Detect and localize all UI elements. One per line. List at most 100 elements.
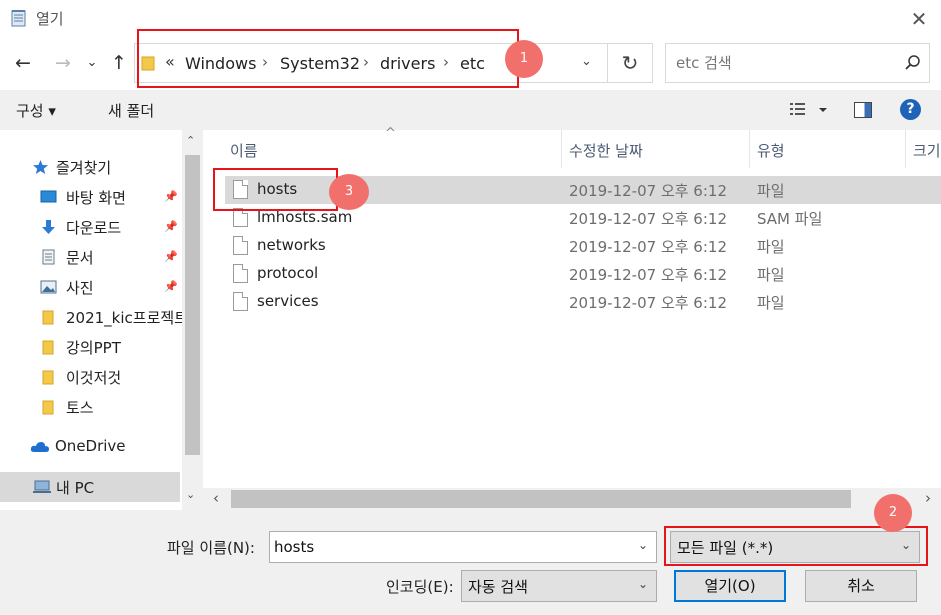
- sidebar-item-label: 문서: [66, 249, 94, 267]
- search-input[interactable]: [676, 53, 896, 73]
- pin-icon[interactable]: 📌: [164, 190, 178, 204]
- sidebar-item-downloads[interactable]: 다운로드 📌: [0, 212, 180, 242]
- help-button[interactable]: ?: [900, 99, 921, 120]
- sidebar-item-folder-misc[interactable]: 이것저것: [0, 362, 180, 392]
- sidebar-item-quick-access[interactable]: 즐겨찾기: [0, 152, 180, 182]
- table-row[interactable]: networks 2019-12-07 오후 6:12 파일: [225, 232, 941, 260]
- sidebar-item-label: 강의PPT: [66, 339, 121, 357]
- sidebar-item-label: 이것저것: [66, 369, 122, 387]
- sidebar-item-label: 바탕 화면: [66, 189, 126, 207]
- picture-icon: [40, 280, 57, 294]
- column-header-name[interactable]: 이름: [230, 140, 258, 161]
- encoding-label: 인코딩(E):: [386, 578, 454, 596]
- column-header-type[interactable]: 유형: [757, 140, 785, 161]
- sidebar-item-documents[interactable]: 문서 📌: [0, 242, 180, 272]
- sidebar-item-desktop[interactable]: 바탕 화면 📌: [0, 182, 180, 212]
- sidebar-item-label: 토스: [66, 399, 94, 417]
- scroll-up-icon[interactable]: ⌃: [186, 134, 195, 147]
- desktop-icon: [40, 190, 57, 203]
- refresh-button[interactable]: ↻: [608, 43, 653, 83]
- file-icon: [233, 292, 248, 311]
- file-modified: 2019-12-07 오후 6:12: [569, 182, 727, 200]
- file-name: networks: [257, 236, 326, 254]
- file-icon: [233, 264, 248, 283]
- sidebar-item-onedrive[interactable]: OneDrive: [0, 432, 180, 462]
- filename-combobox[interactable]: ⌄: [269, 531, 657, 563]
- scroll-right-icon[interactable]: ›: [925, 489, 931, 507]
- sidebar-item-label: 즐겨찾기: [56, 159, 112, 177]
- file-name: services: [257, 292, 319, 310]
- command-bar: 구성 ▾ 새 폴더 ?: [0, 90, 941, 130]
- new-folder-button[interactable]: 새 폴더: [108, 100, 154, 121]
- close-button[interactable]: ✕: [906, 8, 932, 32]
- scrollbar-thumb[interactable]: [231, 490, 851, 508]
- sidebar-item-pictures[interactable]: 사진 📌: [0, 272, 180, 302]
- file-modified: 2019-12-07 오후 6:12: [569, 210, 727, 228]
- horizontal-scrollbar[interactable]: ‹ ›: [203, 488, 941, 510]
- annotation-badge-3: 3: [329, 174, 369, 210]
- sidebar-item-label: 2021_kic프로젝트: [66, 309, 182, 327]
- folder-icon: [42, 370, 54, 385]
- file-type: 파일: [757, 238, 785, 256]
- filename-input[interactable]: [274, 537, 624, 557]
- file-type: SAM 파일: [757, 210, 823, 228]
- chevron-down-icon[interactable]: ⌄: [581, 54, 592, 69]
- search-icon[interactable]: [904, 54, 922, 72]
- cancel-button[interactable]: 취소: [805, 570, 917, 602]
- column-divider[interactable]: [749, 130, 750, 168]
- cloud-icon: [30, 442, 49, 452]
- view-options-icon[interactable]: [788, 99, 832, 121]
- folder-icon: [42, 340, 54, 355]
- sidebar-scrollbar[interactable]: ⌃ ⌄: [182, 130, 203, 510]
- file-icon: [233, 236, 248, 255]
- column-header-size[interactable]: 크기: [913, 140, 941, 161]
- encoding-select[interactable]: 자동 검색 ⌄: [461, 570, 657, 602]
- sidebar-item-label: 다운로드: [66, 219, 122, 237]
- organize-button[interactable]: 구성 ▾: [16, 100, 56, 121]
- star-icon: [33, 160, 48, 174]
- sidebar-item-folder-toss[interactable]: 토스: [0, 392, 180, 422]
- sidebar-item-label: 사진: [66, 279, 94, 297]
- encoding-value: 자동 검색: [468, 578, 528, 596]
- file-type: 파일: [757, 266, 785, 284]
- column-header-modified[interactable]: 수정한 날짜: [569, 140, 643, 161]
- file-modified: 2019-12-07 오후 6:12: [569, 294, 727, 312]
- forward-button[interactable]: →: [50, 50, 76, 76]
- open-button[interactable]: 열기(O): [674, 570, 786, 602]
- chevron-down-icon[interactable]: ⌄: [638, 577, 648, 591]
- column-divider[interactable]: [561, 130, 562, 168]
- up-button[interactable]: ↑: [106, 50, 132, 76]
- file-modified: 2019-12-07 오후 6:12: [569, 266, 727, 284]
- folder-icon: [42, 310, 54, 325]
- sidebar-item-folder-ppt[interactable]: 강의PPT: [0, 332, 180, 362]
- download-icon: [42, 220, 55, 234]
- annotation-box-address: [137, 29, 519, 88]
- table-row[interactable]: protocol 2019-12-07 오후 6:12 파일: [225, 260, 941, 288]
- table-row[interactable]: services 2019-12-07 오후 6:12 파일: [225, 288, 941, 316]
- scroll-down-icon[interactable]: ⌄: [186, 488, 195, 501]
- annotation-badge-2: 2: [874, 494, 912, 532]
- folder-icon: [42, 400, 54, 415]
- window-title: 열기: [36, 10, 64, 28]
- column-divider[interactable]: [905, 130, 906, 168]
- pin-icon[interactable]: 📌: [164, 220, 178, 234]
- pin-icon[interactable]: 📌: [164, 250, 178, 264]
- preview-pane-icon[interactable]: [854, 102, 872, 118]
- filename-label: 파일 이름(N):: [167, 539, 255, 557]
- sidebar-item-folder-kic[interactable]: 2021_kic프로젝트: [0, 302, 182, 332]
- recent-locations-button[interactable]: ⌄: [82, 50, 102, 76]
- file-name: protocol: [257, 264, 319, 282]
- scrollbar-thumb[interactable]: [185, 155, 200, 455]
- file-modified: 2019-12-07 오후 6:12: [569, 238, 727, 256]
- file-type: 파일: [757, 294, 785, 312]
- pc-icon: [33, 480, 51, 493]
- pin-icon[interactable]: 📌: [164, 280, 178, 294]
- annotation-badge-1: 1: [505, 40, 543, 78]
- file-type: 파일: [757, 182, 785, 200]
- back-button[interactable]: ←: [10, 50, 36, 76]
- scroll-left-icon[interactable]: ‹: [213, 489, 219, 507]
- chevron-down-icon[interactable]: ⌄: [638, 538, 648, 552]
- sidebar-item-this-pc[interactable]: 내 PC: [0, 472, 180, 502]
- search-box[interactable]: [665, 43, 930, 83]
- annotation-box-filter: [664, 526, 928, 566]
